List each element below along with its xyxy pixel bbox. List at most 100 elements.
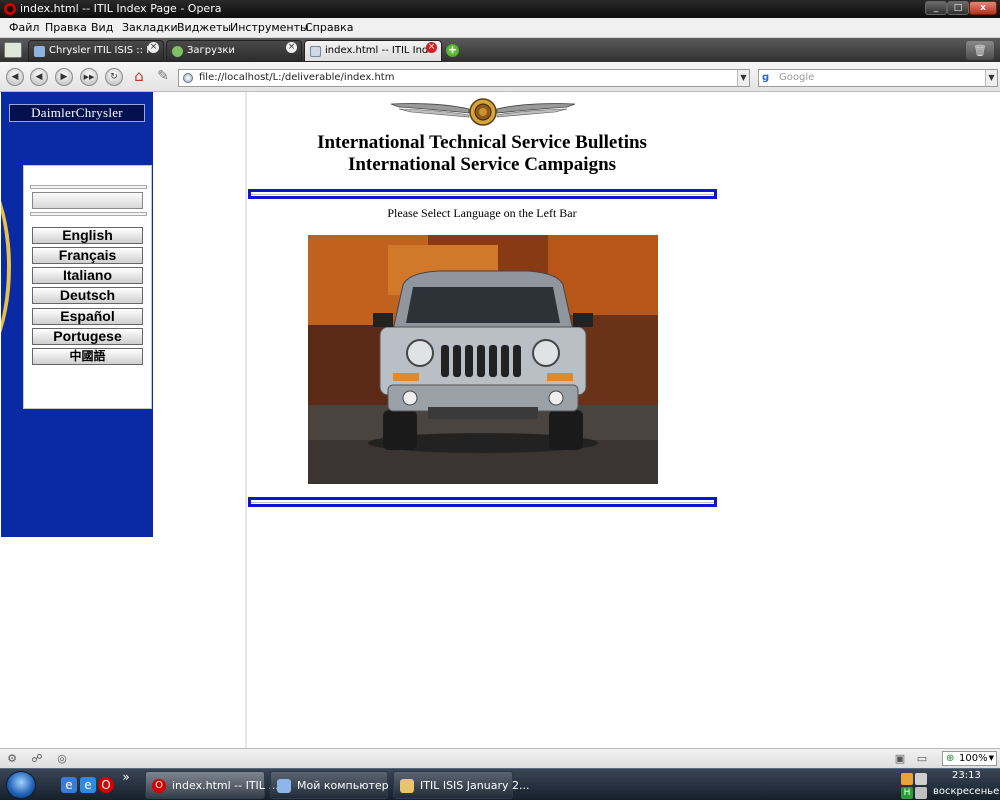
opera-icon[interactable]: O <box>98 777 114 793</box>
language-button-francais[interactable]: Français <box>32 247 143 264</box>
blank-button[interactable] <box>32 192 143 209</box>
jeep-liberty-photo <box>308 235 658 484</box>
computer-icon <box>277 779 291 793</box>
search-input[interactable]: g Google ▼ <box>758 69 998 87</box>
google-icon: g <box>762 72 770 83</box>
close-window-button[interactable]: x <box>969 1 997 15</box>
panels-toggle-icon[interactable] <box>4 42 22 58</box>
address-toolbar: ◀ ◀ ▶ ▶▶ ↻ ⌂ ✎ file://localhost/L:/deliv… <box>0 62 1000 92</box>
downloads-icon <box>172 46 183 57</box>
menu-file[interactable]: Файл <box>9 21 39 34</box>
tab-bar: Chrysler ITIL ISIS :: RuT... × Загрузки … <box>0 38 1000 62</box>
tab-label: index.html -- ITIL Inde... <box>325 45 430 56</box>
zoom-level: 100% <box>959 753 988 764</box>
gear-icon[interactable]: ⚙ <box>5 752 19 765</box>
language-button-deutsch[interactable]: Deutsch <box>32 287 143 304</box>
taskbar-item-my-computer[interactable]: Мой компьютер <box>270 771 389 799</box>
menu-tools[interactable]: Инструменты <box>230 21 309 34</box>
zoom-icon: ⊕ <box>946 753 955 764</box>
language-button-espanol[interactable]: Español <box>32 308 143 325</box>
trash-icon[interactable]: 🗑 <box>966 41 994 60</box>
taskbar-item-label: ITIL ISIS January 2... <box>420 779 530 792</box>
address-field[interactable]: file://localhost/L:/deliverable/index.ht… <box>178 69 750 87</box>
taskbar-item-opera[interactable]: O index.html -- ITIL ... <box>145 771 279 799</box>
chevron-down-icon[interactable]: ▼ <box>737 70 749 86</box>
language-button-chinese[interactable]: 中國語 <box>32 348 143 365</box>
forward-button[interactable]: ◀ <box>30 68 48 86</box>
opera-logo-icon <box>4 3 16 15</box>
menu-widgets[interactable]: Виджеты <box>177 21 231 34</box>
page-title: International Technical Service Bulletin… <box>248 132 716 176</box>
tab-chrysler-itil[interactable]: Chrysler ITIL ISIS :: RuT... × <box>28 40 164 62</box>
start-button[interactable] <box>6 771 36 799</box>
tray-app-icon[interactable]: H <box>901 787 913 799</box>
status-bar: ⚙ ☍ ◎ ▣ ▭ ⊕ 100% ▼ <box>0 748 1000 768</box>
clock-time[interactable]: 23:13 <box>952 770 981 781</box>
daimlerchrysler-logo: DaimlerChrysler <box>9 104 145 122</box>
fit-page-icon[interactable]: ▣ <box>893 752 907 765</box>
internet-explorer-icon[interactable]: e <box>61 777 77 793</box>
volume-icon[interactable] <box>915 773 927 785</box>
globe-icon <box>183 73 193 83</box>
tab-downloads[interactable]: Загрузки × <box>166 40 302 62</box>
chevron-down-icon[interactable]: ▼ <box>985 70 997 86</box>
blue-divider-top <box>248 189 717 199</box>
language-panel: English Français Italiano Deutsch Españo… <box>23 165 152 409</box>
menu-bookmarks[interactable]: Закладки <box>122 21 178 34</box>
blue-divider-bottom <box>248 497 717 507</box>
clock-day: воскресенье <box>933 786 1000 797</box>
quicklaunch-icon[interactable]: e <box>80 777 96 793</box>
unite-icon[interactable]: ☍ <box>30 752 44 765</box>
tab-index-html[interactable]: index.html -- ITIL Inde... × <box>304 40 442 62</box>
frame-divider <box>245 92 247 748</box>
folder-icon <box>400 779 414 793</box>
language-instruction: Please Select Language on the Left Bar <box>387 206 577 220</box>
tray-app-icon[interactable] <box>915 787 927 799</box>
tab-close-icon[interactable]: × <box>148 42 159 53</box>
language-button-italiano[interactable]: Italiano <box>32 267 143 284</box>
taskbar-item-folder[interactable]: ITIL ISIS January 2... <box>393 771 529 799</box>
menu-edit[interactable]: Правка <box>45 21 87 34</box>
page-favicon-icon <box>310 46 321 57</box>
view-mode-icon[interactable]: ▭ <box>915 752 929 765</box>
window-title-bar: index.html -- ITIL Index Page - Opera _ … <box>0 0 1000 18</box>
quicklaunch-overflow-icon[interactable]: » <box>118 769 134 785</box>
menu-help[interactable]: Справка <box>305 21 353 34</box>
window-title: index.html -- ITIL Index Page - Opera <box>20 2 222 15</box>
page-favicon-icon <box>34 46 45 57</box>
opera-icon: O <box>152 779 166 793</box>
zoom-control[interactable]: ⊕ 100% ▼ <box>942 751 997 766</box>
new-tab-button[interactable]: + <box>446 44 459 57</box>
panel-divider <box>30 185 147 189</box>
home-icon[interactable]: ⌂ <box>130 67 148 85</box>
back-button[interactable]: ◀ <box>6 68 24 86</box>
language-sidebar: DaimlerChrysler English Français Italian… <box>1 92 153 537</box>
url-text: file://localhost/L:/deliverable/index.ht… <box>199 72 395 83</box>
tab-close-icon[interactable]: × <box>286 42 297 53</box>
play-icon[interactable]: ▶ <box>55 68 73 86</box>
maximize-button[interactable]: □ <box>947 1 969 15</box>
wand-icon[interactable]: ✎ <box>154 67 172 85</box>
tab-label: Загрузки <box>187 45 235 56</box>
network-icon[interactable] <box>901 773 913 785</box>
reload-button[interactable]: ↻ <box>105 68 123 86</box>
menu-bar: Файл Правка Вид Закладки Виджеты Инструм… <box>0 18 1000 38</box>
minimize-button[interactable]: _ <box>925 1 947 15</box>
language-button-portugese[interactable]: Portugese <box>32 328 143 345</box>
fast-forward-button[interactable]: ▶▶ <box>80 68 98 86</box>
turbo-icon[interactable]: ◎ <box>55 752 69 765</box>
menu-view[interactable]: Вид <box>91 21 113 34</box>
panel-divider <box>30 212 147 216</box>
title-line-campaigns: International Service Campaigns <box>347 154 617 175</box>
title-line-bulletins: International Technical Service Bulletin… <box>317 132 647 153</box>
taskbar-item-label: index.html -- ITIL ... <box>172 779 279 792</box>
search-placeholder: Google <box>779 72 815 83</box>
windows-taskbar: e e O » O index.html -- ITIL ... Мой ком… <box>0 768 1000 800</box>
sidebar-swoosh <box>1 152 11 382</box>
language-button-english[interactable]: English <box>32 227 143 244</box>
page-viewport: DaimlerChrysler English Français Italian… <box>0 92 1000 748</box>
tab-label: Chrysler ITIL ISIS :: RuT... <box>49 45 154 56</box>
tab-close-icon[interactable]: × <box>426 42 437 53</box>
taskbar-item-label: Мой компьютер <box>297 779 389 792</box>
chevron-down-icon: ▼ <box>988 754 994 762</box>
